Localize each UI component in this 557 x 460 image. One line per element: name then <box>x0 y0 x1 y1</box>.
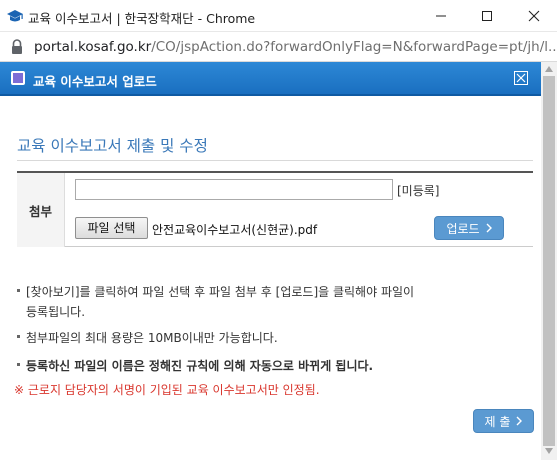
url-path: /CO/jspAction.do?forwardOnlyFlag=N&forwa… <box>151 39 557 55</box>
upload-button[interactable]: 업로드 <box>434 216 504 240</box>
note-text: [찾아보기]를 클릭하여 파일 선택 후 파일 첨부 후 [업로드]을 클릭해야… <box>26 285 415 299</box>
window-icon <box>11 71 25 85</box>
chevron-right-icon <box>516 416 523 426</box>
scroll-up-arrow-icon[interactable] <box>545 66 553 72</box>
maximize-button[interactable] <box>464 0 510 32</box>
dialog-title: 교육 이수보고서 업로드 <box>33 74 157 89</box>
scroll-down-arrow-icon[interactable] <box>545 448 553 454</box>
attachment-form: 첨부 [미등록] 파일 선택 안전교육이수보고서(신현균).pdf 업로드 <box>17 171 533 247</box>
note-max-size: 첨부파일의 최대 용량은 10MB이내만 가능합니다. <box>17 328 278 348</box>
registration-status: [미등록] <box>397 184 440 198</box>
signature-warning: ※ 근로지 담당자의 서명이 기입된 교육 이수보고서만 인정됨. <box>14 383 320 397</box>
section-title: 교육 이수보고서 제출 및 수정 <box>17 137 208 155</box>
submit-button-label: 제 출 <box>484 414 511 429</box>
attachment-row-label: 첨부 <box>17 173 65 247</box>
submit-button[interactable]: 제 출 <box>473 409 534 433</box>
maximize-icon <box>482 11 492 21</box>
window-title: 교육 이수보고서 | 한국장학재단 - Chrome <box>28 11 256 26</box>
url-text[interactable]: portal.kosaf.go.kr/CO/jspAction.do?forwa… <box>34 39 557 55</box>
scrollbar-thumb[interactable] <box>543 76 555 446</box>
close-icon <box>528 10 540 22</box>
bullet-icon <box>17 289 20 292</box>
note-text-continued: 등록됩니다. <box>26 305 86 319</box>
close-icon[interactable] <box>514 71 528 85</box>
vertical-scrollbar[interactable] <box>541 62 557 460</box>
note-text: 등록하신 파일의 이름은 정해진 규칙에 의해 자동으로 바뀌게 됩니다. <box>26 359 374 373</box>
bullet-icon <box>17 335 20 338</box>
note-text: 첨부파일의 최대 용량은 10MB이내만 가능합니다. <box>26 331 278 345</box>
url-host: portal.kosaf.go.kr <box>34 39 152 55</box>
file-path-input[interactable] <box>75 179 393 200</box>
lock-icon <box>12 39 22 54</box>
section-divider <box>17 160 533 161</box>
close-window-button[interactable] <box>511 0 557 32</box>
choose-file-button[interactable]: 파일 선택 <box>75 217 148 239</box>
upload-button-label: 업로드 <box>446 221 480 236</box>
chosen-file-name: 안전교육이수보고서(신현균).pdf <box>152 223 318 237</box>
note-upload-instructions: [찾아보기]를 클릭하여 파일 선택 후 파일 첨부 후 [업로드]을 클릭해야… <box>17 282 497 322</box>
graduation-cap-icon <box>7 10 23 22</box>
browser-title-bar: 교육 이수보고서 | 한국장학재단 - Chrome <box>0 0 557 32</box>
bullet-icon <box>17 363 20 366</box>
minimize-button[interactable] <box>418 0 464 32</box>
note-auto-rename: 등록하신 파일의 이름은 정해진 규칙에 의해 자동으로 바뀌게 됩니다. <box>17 356 373 376</box>
address-bar[interactable]: portal.kosaf.go.kr/CO/jspAction.do?forwa… <box>0 32 557 62</box>
chevron-right-icon <box>486 223 492 233</box>
minimize-icon <box>436 15 446 17</box>
dialog-header: 교육 이수보고서 업로드 <box>0 62 541 96</box>
